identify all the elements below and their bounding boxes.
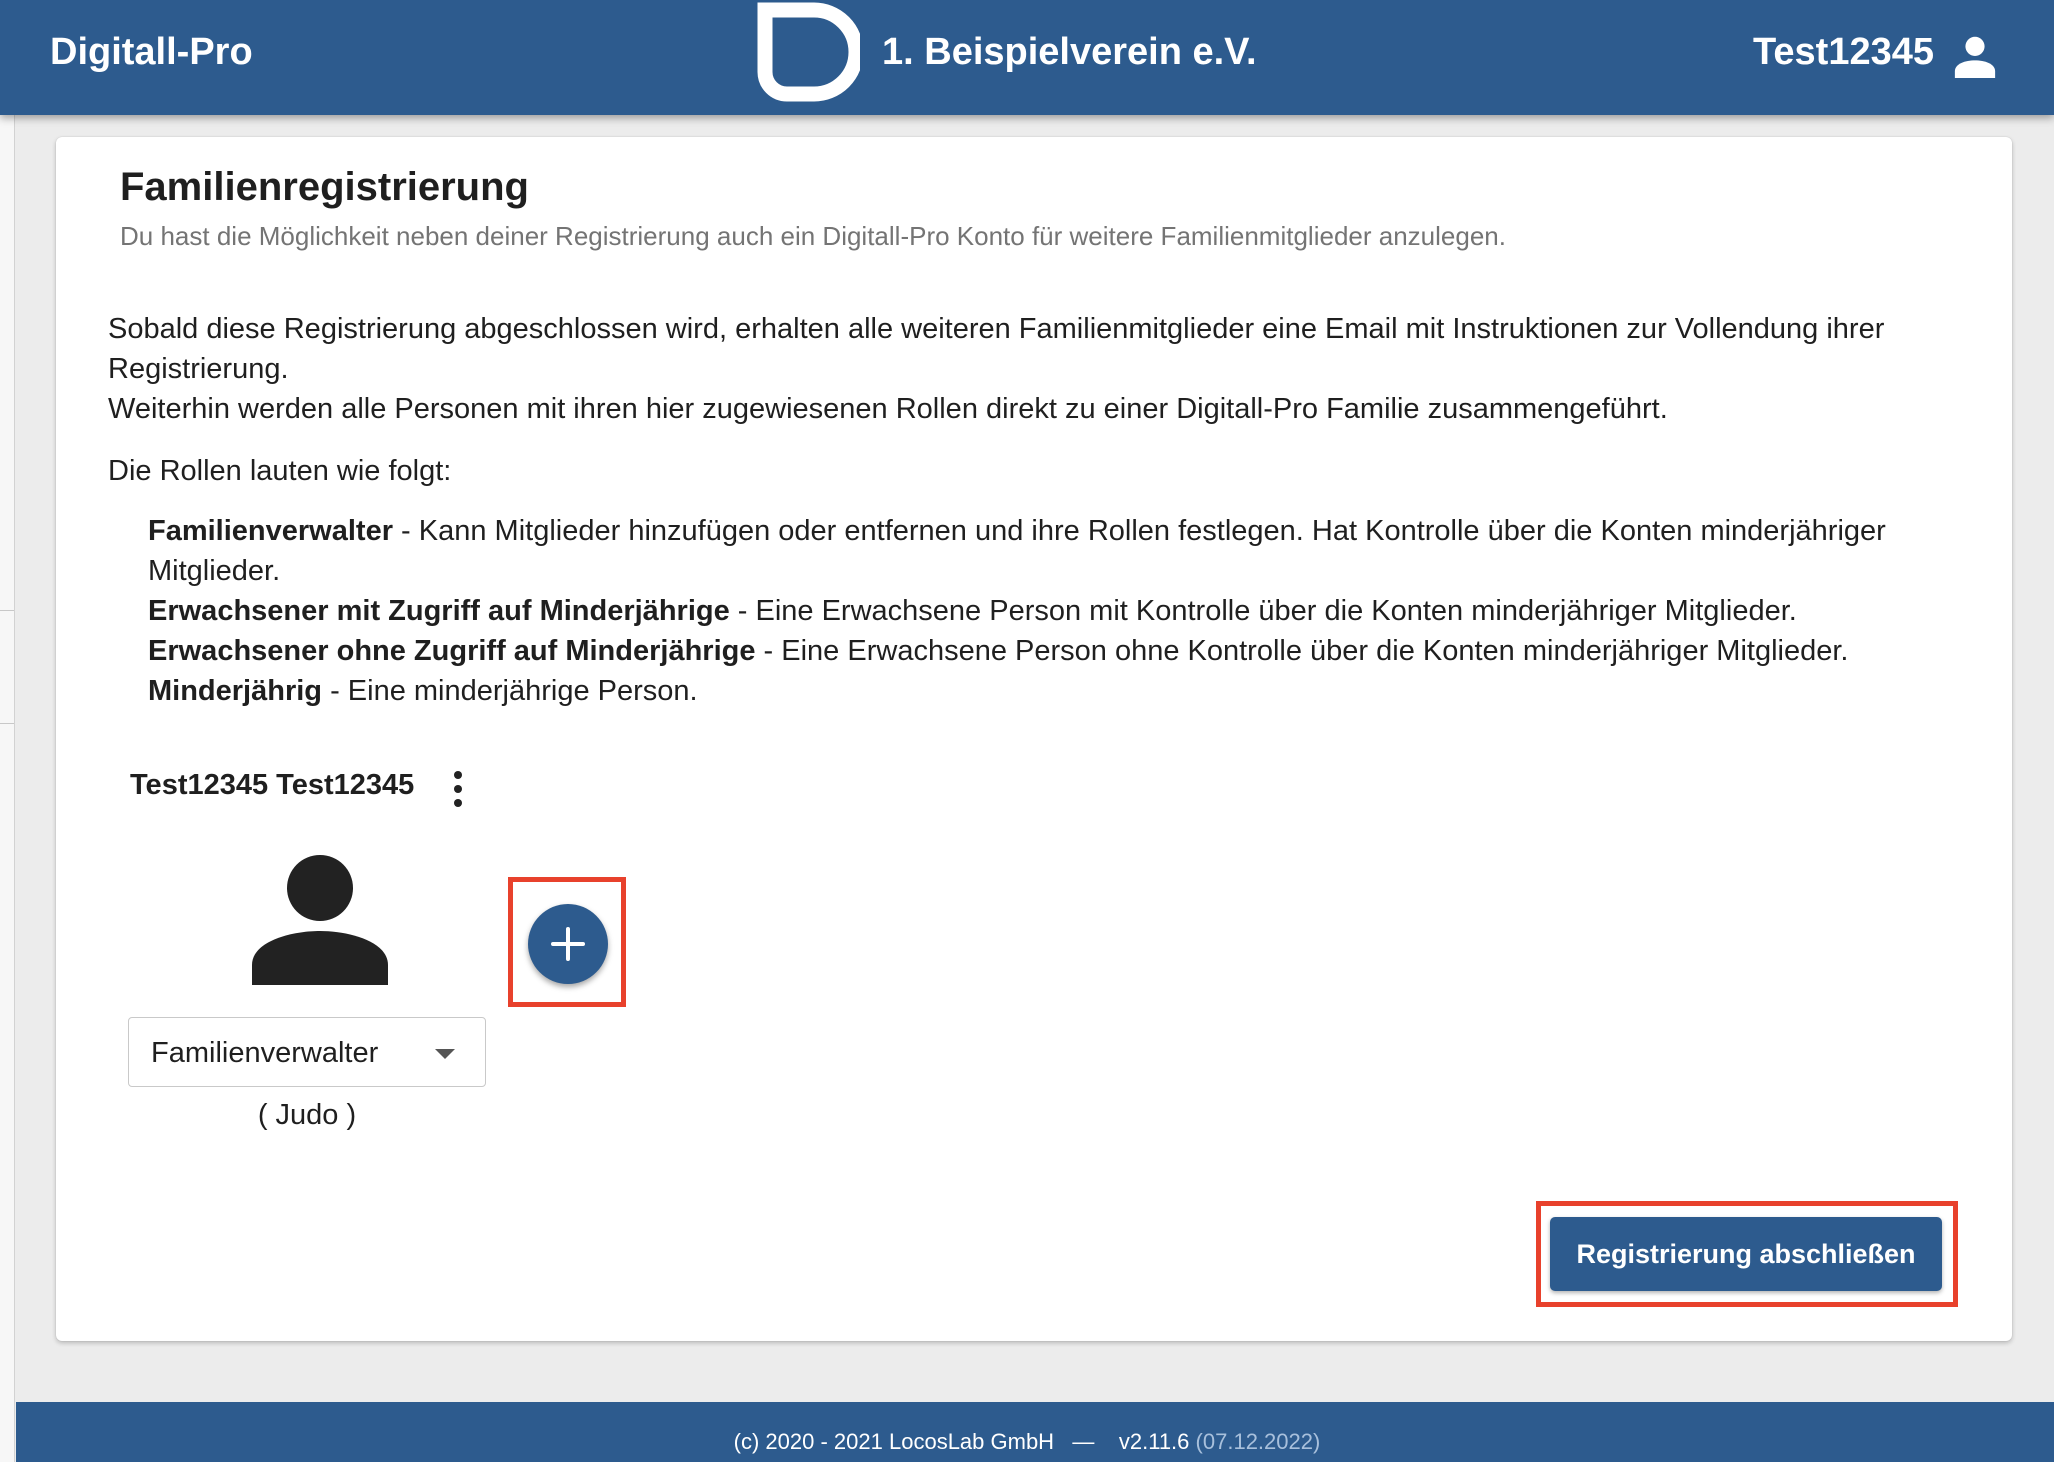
footer-copyright: (c) 2020 - 2021 LocosLab GmbH — [733, 1429, 1055, 1454]
registration-description: Sobald diese Registrierung abgeschlossen… — [108, 309, 1988, 429]
app-brand[interactable]: Digitall-Pro — [50, 0, 253, 104]
roles-intro: Die Rollen lauten wie folgt: — [108, 455, 452, 487]
member-name: Test12345 Test12345 — [130, 769, 415, 801]
roles-list: Familienverwalter - Kann Mitglieder hinz… — [148, 511, 1988, 711]
complete-registration-button[interactable]: Registrierung abschließen — [1550, 1217, 1942, 1291]
person-icon — [252, 855, 388, 985]
side-drawer-divider — [0, 610, 14, 724]
role-item: Minderjährig - Eine minderjährige Person… — [148, 671, 1988, 711]
footer-separator: — — [1072, 1429, 1095, 1454]
top-app-bar: Digitall-Pro 1. Beispielverein e.V. Test… — [0, 0, 2054, 115]
footer-version: v2.11.6 — [1118, 1429, 1190, 1454]
organization-name: 1. Beispielverein e.V. — [882, 31, 1257, 73]
role-description: - Eine Erwachsene Person ohne Kontrolle … — [755, 635, 1849, 667]
footer-text: (c) 2020 - 2021 LocosLab GmbH — v2.11.6 … — [16, 1422, 2038, 1462]
role-select-value: Familienverwalter — [151, 1037, 379, 1069]
caret-down-icon — [435, 1049, 455, 1059]
user-name[interactable]: Test12345 — [1753, 0, 1934, 104]
role-name: Familienverwalter — [148, 515, 393, 547]
role-name: Minderjährig — [148, 675, 323, 707]
side-drawer-edge — [0, 115, 15, 1462]
description-paragraph-1: Sobald diese Registrierung abgeschlossen… — [108, 313, 1885, 385]
plus-icon — [551, 927, 585, 961]
footer-version-date: (07.12.2022) — [1195, 1429, 1321, 1454]
member-department: ( Judo ) — [257, 1099, 357, 1131]
role-description: - Eine Erwachsene Person mit Kontrolle ü… — [729, 595, 1797, 627]
role-item: Erwachsener mit Zugriff auf Minderjährig… — [148, 591, 1988, 631]
account-icon[interactable] — [1952, 32, 1998, 78]
role-name: Erwachsener mit Zugriff auf Minderjährig… — [148, 595, 730, 627]
role-item: Erwachsener ohne Zugriff auf Minderjähri… — [148, 631, 1988, 671]
digitall-logo-icon — [757, 2, 860, 102]
page-title: Familienregistrierung — [120, 165, 529, 209]
role-description: - Eine minderjährige Person. — [322, 675, 698, 707]
role-description: - Kann Mitglieder hinzufügen oder entfer… — [148, 515, 1886, 587]
page-subtitle: Du hast die Möglichkeit neben deiner Reg… — [120, 221, 1506, 251]
role-select[interactable]: Familienverwalter — [128, 1017, 486, 1087]
more-vertical-icon[interactable] — [448, 769, 468, 809]
role-name: Erwachsener ohne Zugriff auf Minderjähri… — [148, 635, 756, 667]
footer: (c) 2020 - 2021 LocosLab GmbH — v2.11.6 … — [16, 1402, 2054, 1462]
registration-card: Familienregistrierung Du hast die Möglic… — [56, 137, 2012, 1341]
description-paragraph-2: Weiterhin werden alle Personen mit ihren… — [108, 393, 1668, 425]
add-family-member-button[interactable] — [528, 904, 608, 984]
role-item: Familienverwalter - Kann Mitglieder hinz… — [148, 511, 1988, 591]
